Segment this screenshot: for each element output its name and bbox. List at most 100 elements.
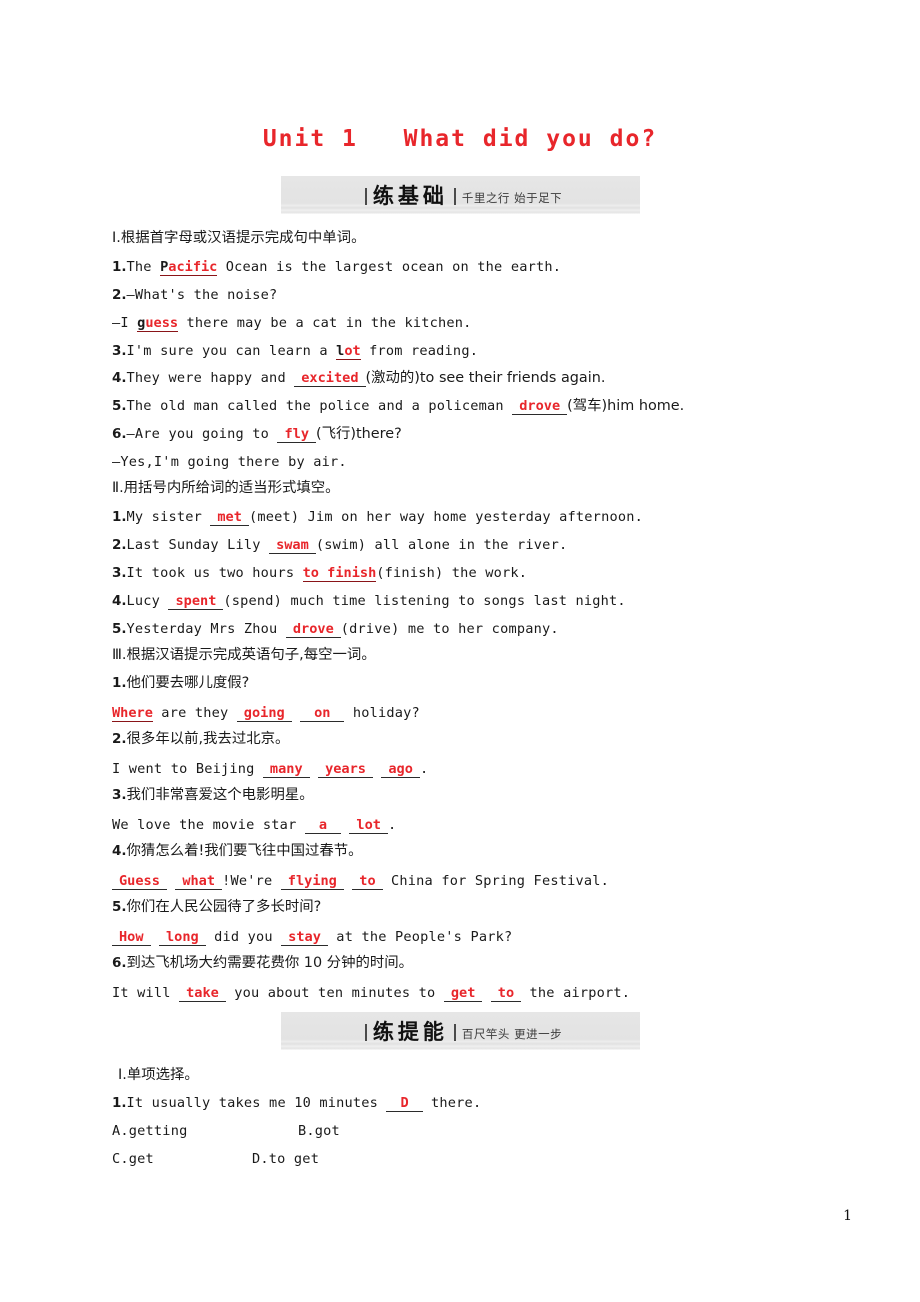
answer-blank: D <box>386 1096 423 1112</box>
sentence-text: you about ten minutes to <box>225 985 444 1001</box>
sentence-text: holiday? <box>344 705 420 721</box>
sentence-text: It will <box>112 985 180 1001</box>
section-banner-basic: 练基础 千里之行 始于足下 <box>281 176 640 214</box>
answer-text: ot <box>344 343 361 360</box>
item-text-pre: —Are you going to <box>126 426 278 442</box>
choice-label-a[interactable]: A.getting <box>112 1123 187 1139</box>
prompt-text: 很多年以前,我去过北京。 <box>126 731 290 747</box>
choice-label-c[interactable]: C.get <box>112 1151 154 1167</box>
prompt-text: 我们非常喜爱这个电影明星。 <box>126 787 314 803</box>
basic-s3-item-6-answer: It will take you about ten minutes to ge… <box>112 986 630 1002</box>
answer-blank: ago <box>381 762 420 778</box>
sentence-text <box>292 705 300 721</box>
item-number: 3. <box>112 343 127 359</box>
sentence-text: !We're <box>222 873 281 889</box>
item-number: 2. <box>112 731 127 747</box>
advanced-choice-d[interactable]: D.to get <box>252 1152 319 1167</box>
basic-s1-item-2-answer-line: —I guess there may be a cat in the kitch… <box>112 315 472 332</box>
item-text-pre: They were happy and <box>126 370 295 386</box>
item-text-post: Ocean is the largest ocean on the earth. <box>217 259 562 275</box>
item-text-pre: My sister <box>126 509 211 525</box>
basic-s2-item-3: 3.It took us two hours to finish(finish)… <box>112 565 528 582</box>
page-title: Unit 1 What did you do? <box>0 126 920 152</box>
item-number: 6. <box>112 955 127 971</box>
banner-subtitle-advanced: 百尺竿头 更进一步 <box>461 1027 563 1041</box>
banner-subtitle-basic: 千里之行 始于足下 <box>461 191 563 205</box>
advanced-section1-heading: Ⅰ.单项选择。 <box>118 1067 199 1083</box>
item-text-post: (激动的)to see their friends again. <box>365 370 606 386</box>
basic-s3-item-2-prompt: 2.很多年以前,我去过北京。 <box>112 732 289 747</box>
basic-s3-item-4-answer: Guess what !We're flying to China for Spr… <box>112 874 609 890</box>
item-text-post: (meet) Jim on her way home yesterday aft… <box>248 509 643 525</box>
answer-blank: to finish <box>302 565 377 582</box>
basic-s3-item-4-prompt: 4.你猜怎么着!我们要飞往中国过春节。 <box>112 844 363 859</box>
answer-blank: fly <box>277 427 317 443</box>
item-text-post: (swim) all alone in the river. <box>315 537 568 553</box>
item-number: 2. <box>112 287 127 303</box>
item-text-pre: —I <box>112 315 138 331</box>
basic-s3-item-1-prompt: 1.他们要去哪儿度假? <box>112 676 249 691</box>
unit-topic: What did you do? <box>403 126 658 152</box>
item-text-post: (finish) the work. <box>376 565 528 581</box>
answer-blank: to <box>490 986 522 1002</box>
sentence-text: China for Spring Festival. <box>382 873 610 889</box>
choice-label-b[interactable]: B.got <box>298 1123 340 1139</box>
sentence-text: at the People's Park? <box>327 929 513 945</box>
basic-section1-heading: Ⅰ.根据首字母或汉语提示完成句中单词。 <box>112 230 366 246</box>
answer-blank: How <box>112 930 151 946</box>
answer-blank: long <box>158 930 206 946</box>
sentence-text <box>167 873 175 889</box>
item-number: 1. <box>112 1095 127 1111</box>
sentence-text <box>373 761 381 777</box>
answer-blank: flying <box>280 874 344 890</box>
choice-label-d[interactable]: D.to get <box>252 1151 319 1167</box>
basic-s1-item-6-reply: —Yes,I'm going there by air. <box>112 455 347 470</box>
item-text-pre: Last Sunday Lily <box>126 537 270 553</box>
item-number: 4. <box>112 370 127 386</box>
advanced-choice-a[interactable]: A.getting <box>112 1124 187 1139</box>
unit-label: Unit 1 <box>262 126 358 152</box>
sentence-text: We love the movie star <box>112 817 305 833</box>
basic-s3-item-5-answer: How long did you stay at the People's Pa… <box>112 930 512 946</box>
banner-title-advanced: 练提能 <box>372 1020 448 1044</box>
sentence-text: . <box>419 761 429 777</box>
item-text-post: (驾车)him home. <box>567 398 685 414</box>
answer-blank: get <box>443 986 483 1002</box>
page-number: 1 <box>843 1208 852 1224</box>
advanced-choice-b[interactable]: B.got <box>298 1124 340 1139</box>
answer-blank: on <box>300 706 345 722</box>
answer-blank: to <box>352 874 383 890</box>
basic-s3-item-3-prompt: 3.我们非常喜爱这个电影明星。 <box>112 788 314 803</box>
question-text-pre: It usually takes me 10 minutes <box>126 1095 387 1111</box>
answer-blank: lot <box>349 818 388 834</box>
item-text-pre: Yesterday Mrs Zhou <box>126 621 286 637</box>
item-text-pre: The old man called the police and a poli… <box>126 398 513 414</box>
sentence-text: did you <box>205 929 282 945</box>
answer-blank: swam <box>269 538 316 554</box>
item-number: 5. <box>112 621 127 637</box>
basic-s3-item-6-prompt: 6.到达飞机场大约需要花费你 10 分钟的时间。 <box>112 956 413 971</box>
banner-divider-left-icon <box>364 1024 367 1041</box>
item-text-pre: Lucy <box>126 593 169 609</box>
basic-s3-item-3-answer: We love the movie star a lot. <box>112 818 396 834</box>
answer-blank: met <box>210 510 249 526</box>
advanced-choice-c[interactable]: C.get <box>112 1152 154 1167</box>
item-number: 5. <box>112 398 127 414</box>
basic-section3-heading: Ⅲ.根据汉语提示完成英语句子,每空一词。 <box>112 647 376 663</box>
answer-blank: what <box>175 874 223 890</box>
answer-blank: spent <box>168 594 224 610</box>
item-number: 1. <box>112 509 127 525</box>
item-number: 3. <box>112 787 127 803</box>
basic-s1-item-3: 3.I'm sure you can learn a lot from read… <box>112 343 479 360</box>
basic-s3-item-5-prompt: 5.你们在人民公园待了多长时间? <box>112 900 321 915</box>
item-text-post: from reading. <box>360 343 479 359</box>
item-text-pre: I'm sure you can learn a <box>126 343 337 359</box>
answer-blank: take <box>179 986 226 1002</box>
answer-text: uess <box>145 315 179 332</box>
banner-title-basic: 练基础 <box>372 184 448 208</box>
basic-s1-item-2: 2.—What's the noise? <box>112 288 277 303</box>
basic-s2-item-2: 2.Last Sunday Lily swam (swim) all alone … <box>112 538 567 554</box>
answer-text: Where <box>112 705 153 722</box>
item-number: 1. <box>112 675 127 691</box>
basic-s1-item-1: 1.The Pacific Ocean is the largest ocean… <box>112 259 562 276</box>
